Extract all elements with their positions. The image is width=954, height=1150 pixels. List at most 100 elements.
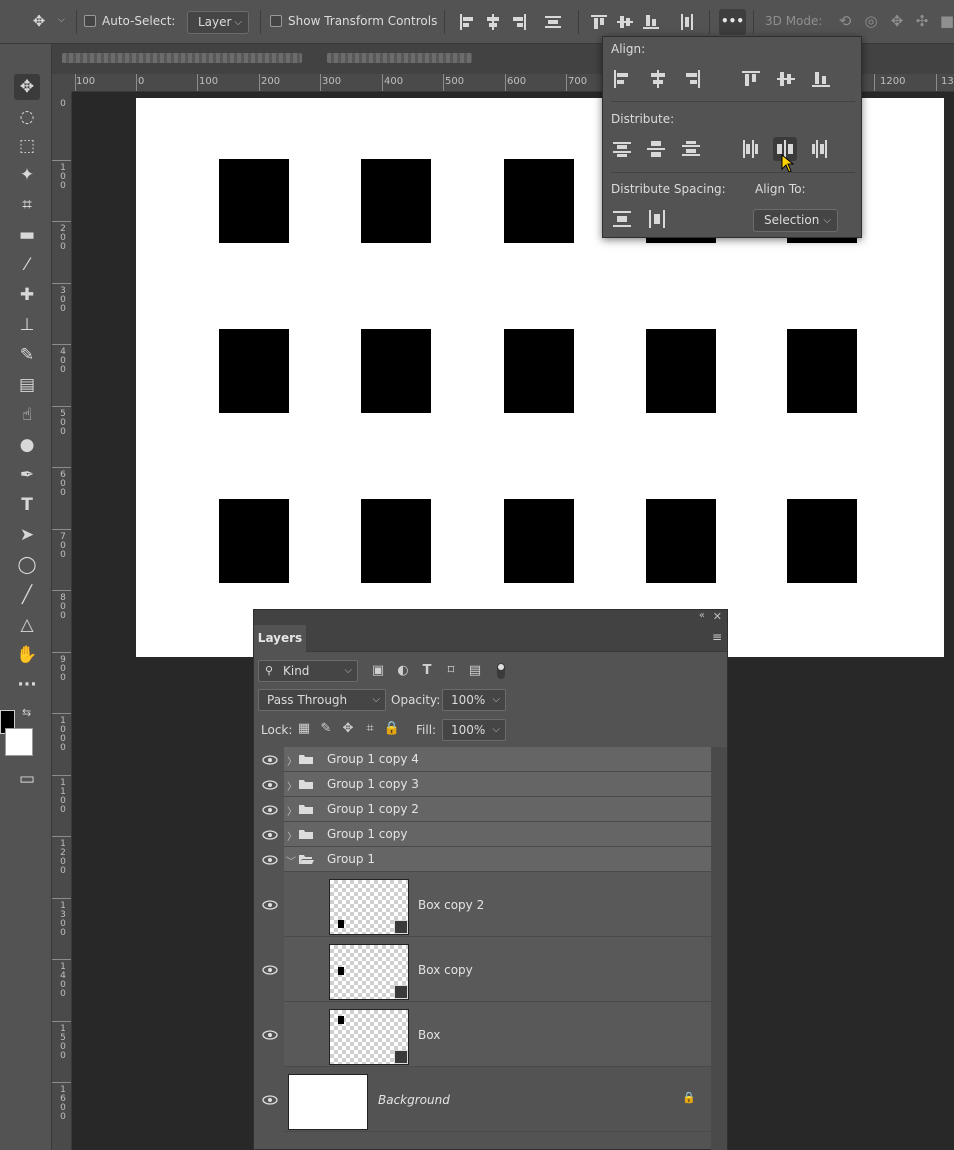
align-to-dropdown[interactable]: Selection ⌵ <box>753 209 838 232</box>
align-vertical-centers-icon[interactable] <box>615 12 635 32</box>
move-tool-icon[interactable]: ✥ <box>14 74 40 100</box>
healing-brush-tool-icon[interactable]: ✚ <box>14 282 40 308</box>
distribute-bottom-edges-button[interactable] <box>679 137 703 161</box>
expand-arrow-icon[interactable]: 〉 <box>287 753 297 768</box>
distribute-horizontal-spacing-button[interactable] <box>645 207 669 231</box>
filter-adjustment-layers-icon[interactable]: ◐ <box>394 662 412 680</box>
3d-slide-icon[interactable]: ✣ <box>911 10 933 32</box>
eyedropper-tool-icon[interactable]: ⁄ <box>14 252 40 278</box>
expand-arrow-icon[interactable]: 〉 <box>287 803 297 818</box>
box-shape[interactable] <box>361 159 431 243</box>
background-color-swatch[interactable] <box>5 728 33 756</box>
ruler-tool-icon[interactable]: ▬ <box>14 222 40 248</box>
visibility-eye-icon[interactable] <box>262 964 278 976</box>
expand-arrow-icon[interactable]: 〉 <box>287 778 297 793</box>
filter-toggle-switch[interactable] <box>497 663 505 679</box>
box-shape[interactable] <box>219 329 289 413</box>
distribute-horizontal-centers-icon[interactable] <box>677 12 697 32</box>
visibility-eye-icon[interactable] <box>262 1029 278 1041</box>
box-shape[interactable] <box>361 499 431 583</box>
distribute-vertical-centers-button[interactable] <box>644 137 668 161</box>
crop-tool-icon[interactable]: ⌗ <box>14 192 40 218</box>
collapse-panel-icon[interactable]: « <box>699 610 705 621</box>
expand-arrow-icon[interactable]: 〉 <box>287 828 297 843</box>
more-align-options-button[interactable]: ••• <box>719 9 746 35</box>
layer-group-row[interactable]: 〉 Group 1 copy <box>284 822 711 847</box>
box-shape[interactable] <box>646 329 716 413</box>
box-shape[interactable] <box>504 159 574 243</box>
distribute-vertical-spacing-button[interactable] <box>610 207 634 231</box>
align-bottom-edges-button[interactable] <box>809 67 833 91</box>
lock-all-icon[interactable]: 🔒 <box>383 720 401 738</box>
align-right-edges-icon[interactable] <box>509 12 529 32</box>
filter-shape-layers-icon[interactable]: ⌑ <box>442 662 460 680</box>
distribute-left-edges-button[interactable] <box>738 137 762 161</box>
box-shape[interactable] <box>504 499 574 583</box>
tool-preset-chevron-icon[interactable]: ⌵ <box>58 15 65 25</box>
visibility-eye-icon[interactable] <box>262 804 278 816</box>
visibility-eye-icon[interactable] <box>262 754 278 766</box>
lock-image-pixels-icon[interactable]: ✎ <box>317 720 335 738</box>
align-horizontal-centers-icon[interactable] <box>483 12 503 32</box>
lock-transparent-pixels-icon[interactable]: ▦ <box>295 720 313 738</box>
layer-group-row[interactable]: 〉 Group 1 copy 4 <box>284 747 711 772</box>
filter-pixel-layers-icon[interactable]: ▣ <box>369 662 387 680</box>
filter-smart-objects-icon[interactable]: ▤ <box>466 662 484 680</box>
lock-artboard-icon[interactable]: ⌗ <box>361 720 379 738</box>
filter-type-layers-icon[interactable]: T <box>418 662 436 680</box>
screen-mode-icon[interactable]: ▭ <box>14 766 40 792</box>
layer-row[interactable]: Box <box>284 1002 711 1067</box>
layers-scrollbar[interactable] <box>711 747 727 1150</box>
path-selection-tool-icon[interactable]: ➤ <box>14 522 40 548</box>
align-vertical-centers-button[interactable] <box>774 67 798 91</box>
ellipse-tool-icon[interactable]: ◯ <box>14 552 40 578</box>
panel-menu-icon[interactable]: ≡ <box>712 630 722 644</box>
move-icon[interactable]: ✥ <box>28 10 50 32</box>
lock-position-icon[interactable]: ✥ <box>339 720 357 738</box>
dodge-tool-icon[interactable]: ● <box>14 432 40 458</box>
box-shape[interactable] <box>219 159 289 243</box>
line-tool-icon[interactable]: ╱ <box>14 582 40 608</box>
3d-scale-icon[interactable]: ■ <box>936 10 954 32</box>
clone-stamp-tool-icon[interactable]: ⊥ <box>14 312 40 338</box>
box-shape[interactable] <box>361 329 431 413</box>
auto-select-target-dropdown[interactable]: Layer ⌵ <box>187 11 249 34</box>
align-left-edges-button[interactable] <box>611 67 635 91</box>
panel-title-bar[interactable]: « ✕ <box>254 610 727 625</box>
layer-group-row[interactable]: 〉 Group 1 copy 3 <box>284 772 711 797</box>
object-selection-tool-icon[interactable]: ⬚ <box>14 133 40 159</box>
visibility-eye-icon[interactable] <box>262 779 278 791</box>
magic-wand-tool-icon[interactable]: ✦ <box>14 162 40 188</box>
type-tool-icon[interactable]: T <box>14 492 40 518</box>
blend-mode-dropdown[interactable]: Pass Through ⌵ <box>258 689 386 711</box>
ruler-origin[interactable] <box>52 74 72 92</box>
distribute-right-edges-button[interactable] <box>808 137 832 161</box>
3d-pan-icon[interactable]: ✥ <box>886 10 908 32</box>
filter-kind-dropdown[interactable]: ⚲ Kind ⌵ <box>258 660 358 682</box>
show-transform-controls-checkbox[interactable] <box>270 15 282 27</box>
box-shape[interactable] <box>787 329 857 413</box>
3d-roll-icon[interactable]: ◎ <box>860 10 882 32</box>
align-bottom-edges-icon[interactable] <box>641 12 661 32</box>
box-shape[interactable] <box>787 499 857 583</box>
triangle-tool-icon[interactable]: △ <box>14 612 40 638</box>
layers-tab[interactable]: Layers <box>254 625 306 652</box>
gradient-tool-icon[interactable]: ▤ <box>14 372 40 398</box>
box-shape[interactable] <box>646 499 716 583</box>
distribute-vertical-centers-icon[interactable] <box>543 12 563 32</box>
layer-row[interactable]: Box copy 2 <box>284 872 711 937</box>
close-panel-icon[interactable]: ✕ <box>713 610 722 623</box>
swap-colors-icon[interactable]: ⇆ <box>22 706 31 719</box>
background-layer-row[interactable]: Background 🔒 <box>284 1067 711 1132</box>
fill-field[interactable]: 100% ⌵ <box>442 719 506 741</box>
visibility-eye-icon[interactable] <box>262 899 278 911</box>
edit-toolbar-icon[interactable]: ··· <box>14 672 40 698</box>
3d-orbit-icon[interactable]: ⟲ <box>834 10 856 32</box>
smudge-tool-icon[interactable]: ☝ <box>14 402 40 428</box>
align-horizontal-centers-button[interactable] <box>646 67 670 91</box>
align-top-edges-icon[interactable] <box>589 12 609 32</box>
layer-row[interactable]: Box copy <box>284 937 711 1002</box>
collapse-arrow-icon[interactable]: ﹀ <box>286 853 296 868</box>
align-left-edges-icon[interactable] <box>457 12 477 32</box>
vertical-ruler[interactable]: 0 100 200 300 400 500 600 700 800 900 10… <box>52 92 72 1150</box>
